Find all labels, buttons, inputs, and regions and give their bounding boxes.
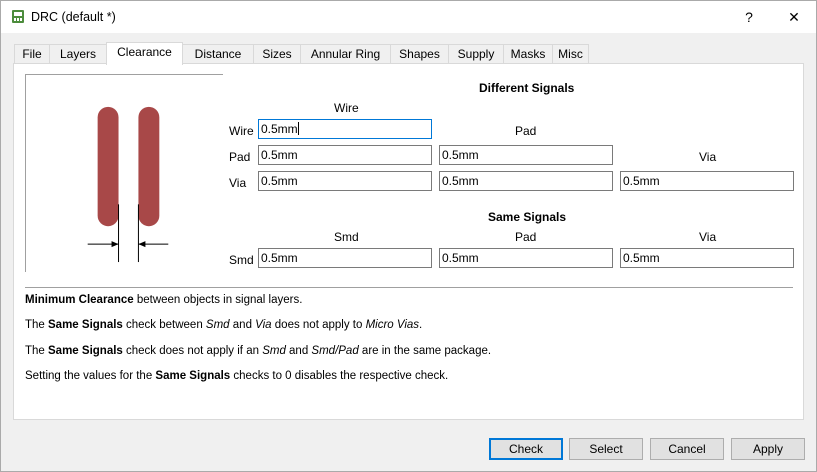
info-line-4: Setting the values for the Same Signals …	[25, 370, 449, 382]
smd-smd-clearance-field[interactable]: 0.5mm	[258, 248, 432, 268]
select-button[interactable]: Select	[569, 438, 643, 460]
col-header-wire: Wire	[334, 101, 359, 115]
left-track	[97, 106, 119, 227]
field-value: 0.5mm	[442, 174, 479, 188]
col-header-same-pad: Pad	[515, 230, 537, 244]
tab-file[interactable]: File	[14, 44, 50, 64]
smd-via-clearance-field[interactable]: 0.5mm	[620, 248, 794, 268]
tab-layers[interactable]: Layers	[49, 44, 107, 64]
divider	[25, 287, 793, 288]
cancel-button[interactable]: Cancel	[650, 438, 724, 460]
tab-masks[interactable]: Masks	[503, 44, 553, 64]
same-signals-title: Same Signals	[488, 210, 567, 224]
title-bar: DRC (default *) ? ✕	[1, 1, 816, 33]
wire-wire-clearance-field[interactable]: 0.5mm	[258, 119, 432, 139]
info-line-3: The Same Signals check does not apply if…	[25, 345, 492, 357]
pad-pad-clearance-field[interactable]: 0.5mm	[439, 145, 613, 165]
tab-supply[interactable]: Supply	[448, 44, 504, 64]
field-value: 0.5mm	[623, 251, 660, 265]
field-value: 0.5mm	[261, 251, 298, 265]
pad-wire-clearance-field[interactable]: 0.5mm	[258, 145, 432, 165]
different-signals-title: Different Signals	[479, 81, 575, 95]
row-label-pad: Pad	[229, 150, 251, 164]
smd-pad-clearance-field[interactable]: 0.5mm	[439, 248, 613, 268]
info-line-1: Minimum Clearance between objects in sig…	[25, 294, 303, 306]
window-title: DRC (default *)	[31, 10, 116, 24]
col-header-smd: Smd	[334, 230, 359, 244]
close-button[interactable]: ✕	[784, 8, 804, 26]
row-label-via: Via	[229, 176, 247, 190]
right-track	[138, 106, 160, 227]
info-line-2: The Same Signals check between Smd and V…	[25, 319, 423, 331]
tab-sizes[interactable]: Sizes	[253, 44, 301, 64]
apply-button[interactable]: Apply	[731, 438, 805, 460]
clearance-panel: Different Signals Wire Pad Via Wire Pad …	[13, 63, 804, 420]
clearance-illustration	[25, 74, 223, 272]
tab-misc[interactable]: Misc	[552, 44, 589, 64]
col-header-pad: Pad	[515, 124, 537, 138]
tab-clearance[interactable]: Clearance	[106, 42, 183, 65]
col-header-same-via: Via	[699, 230, 717, 244]
text-caret	[297, 122, 299, 135]
field-value: 0.5mm	[261, 122, 298, 136]
row-label-smd: Smd	[229, 253, 254, 267]
row-label-wire: Wire	[229, 124, 254, 138]
eagle-app-icon	[12, 10, 24, 23]
tab-distance[interactable]: Distance	[182, 44, 254, 64]
help-button[interactable]: ?	[739, 8, 759, 26]
field-value: 0.5mm	[261, 174, 298, 188]
via-wire-clearance-field[interactable]: 0.5mm	[258, 171, 432, 191]
via-pad-clearance-field[interactable]: 0.5mm	[439, 171, 613, 191]
field-value: 0.5mm	[261, 148, 298, 162]
via-via-clearance-field[interactable]: 0.5mm	[620, 171, 794, 191]
field-value: 0.5mm	[442, 148, 479, 162]
check-button[interactable]: Check	[489, 438, 563, 460]
col-header-via: Via	[699, 150, 717, 164]
tab-shapes[interactable]: Shapes	[390, 44, 449, 64]
tab-annular-ring[interactable]: Annular Ring	[300, 44, 391, 64]
field-value: 0.5mm	[442, 251, 479, 265]
drc-dialog: DRC (default *) ? ✕ File Layers Clearanc…	[0, 0, 817, 472]
field-value: 0.5mm	[623, 174, 660, 188]
